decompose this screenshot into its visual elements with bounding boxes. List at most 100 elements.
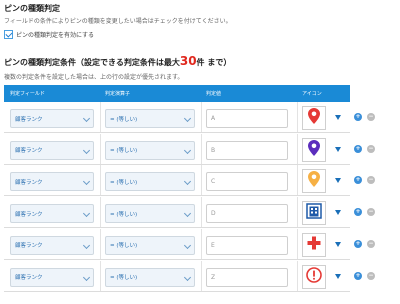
value-input[interactable]: E xyxy=(206,235,288,255)
operator-select[interactable]: = (等しい) xyxy=(105,172,195,192)
field-select[interactable]: 顧客ランク xyxy=(10,204,94,224)
column-divider xyxy=(201,228,202,259)
icon-dropdown-arrow-icon[interactable] xyxy=(335,115,341,120)
column-divider xyxy=(201,260,202,291)
icon-dropdown-arrow-icon[interactable] xyxy=(335,241,341,247)
conditions-table: 判定フィールド 判定演算子 判定値 アイコン 顧客ランク = (等しい) A 顧客ラン… xyxy=(4,85,350,292)
column-divider xyxy=(201,133,202,164)
add-row-button[interactable]: + xyxy=(354,239,362,248)
column-divider xyxy=(297,228,298,259)
operator-select[interactable]: = (等しい) xyxy=(105,235,195,255)
field-select[interactable]: 顧客ランク xyxy=(10,109,94,128)
chevron-down-icon xyxy=(183,146,192,154)
map-pin-purple-icon xyxy=(308,139,320,160)
remove-row-button[interactable]: − xyxy=(367,144,375,153)
operator-select-value: = (等しい) xyxy=(110,179,138,186)
value-input-text: C xyxy=(211,178,216,186)
table-row: 顧客ランク = (等しい) E xyxy=(4,228,350,260)
chevron-down-icon xyxy=(82,241,91,249)
conditions-title-suffix: 件 まで） xyxy=(196,58,232,67)
building-icon xyxy=(306,203,322,223)
value-input-text: D xyxy=(211,210,216,218)
operator-select-value: = (等しい) xyxy=(110,148,138,155)
value-input[interactable]: D xyxy=(206,204,288,224)
field-select-value: 顧客ランク xyxy=(15,275,43,281)
section-title-pin-type: ピンの種類判定 xyxy=(4,4,60,13)
table-row: 顧客ランク = (等しい) B xyxy=(4,133,350,165)
column-divider xyxy=(297,133,298,164)
icon-dropdown-arrow-icon[interactable] xyxy=(335,210,341,216)
add-row-button[interactable]: + xyxy=(354,208,362,217)
map-pin-orange-icon xyxy=(308,171,320,191)
operator-select-value: = (等しい) xyxy=(110,211,138,218)
icon-picker[interactable] xyxy=(302,106,326,130)
icon-picker[interactable] xyxy=(302,137,326,162)
header-value: 判定値 xyxy=(206,91,222,97)
operator-select[interactable]: = (等しい) xyxy=(105,140,195,160)
operator-select-value: = (等しい) xyxy=(110,116,138,123)
icon-picker[interactable] xyxy=(302,264,326,289)
icon-picker[interactable] xyxy=(302,232,326,257)
column-divider xyxy=(100,133,101,164)
field-select[interactable]: 顧客ランク xyxy=(10,140,94,160)
table-row: 顧客ランク = (等しい) D xyxy=(4,197,350,229)
remove-row-button[interactable]: − xyxy=(367,239,375,248)
field-select[interactable]: 顧客ランク xyxy=(10,235,94,255)
value-input[interactable]: C xyxy=(206,172,288,192)
conditions-max-count: 30 xyxy=(179,54,197,68)
field-select-value: 顧客ランク xyxy=(15,243,43,250)
column-divider xyxy=(297,165,298,196)
enable-pin-type-checkbox[interactable] xyxy=(4,30,13,39)
icon-dropdown-arrow-icon[interactable] xyxy=(335,273,341,279)
field-select[interactable]: 顧客ランク xyxy=(10,267,94,287)
table-row: 顧客ランク = (等しい) Z xyxy=(4,260,350,292)
icon-dropdown-arrow-icon[interactable] xyxy=(335,146,341,152)
header-operator: 判定演算子 xyxy=(105,91,131,97)
column-divider xyxy=(100,197,101,228)
column-divider xyxy=(100,228,101,259)
header-field: 判定フィールド xyxy=(10,91,45,97)
map-pin-red-icon xyxy=(308,108,320,128)
header-icon: アイコン xyxy=(302,91,322,97)
enable-pin-type-checkbox-row[interactable]: ピンの種類判定を有効にする xyxy=(4,30,94,39)
operator-select[interactable]: = (等しい) xyxy=(105,267,195,287)
remove-row-button[interactable]: − xyxy=(367,176,375,185)
chevron-down-icon xyxy=(82,146,91,154)
chevron-down-icon xyxy=(82,114,91,123)
column-divider xyxy=(100,102,101,132)
icon-picker[interactable] xyxy=(302,169,326,194)
value-input-text: B xyxy=(211,146,216,154)
chevron-down-icon xyxy=(183,114,192,123)
conditions-description: 複数の判定条件を設定した場合は、上の行の設定が優先されます。 xyxy=(4,74,184,81)
add-row-button[interactable]: + xyxy=(354,113,362,121)
table-row: 顧客ランク = (等しい) A xyxy=(4,102,350,133)
value-input-text: Z xyxy=(211,273,216,281)
remove-row-button[interactable]: − xyxy=(367,113,375,121)
field-select-value: 顧客ランク xyxy=(15,211,43,218)
chevron-down-icon xyxy=(183,178,192,186)
chevron-down-icon xyxy=(183,210,192,218)
icon-picker[interactable] xyxy=(302,201,326,226)
remove-row-button[interactable]: − xyxy=(367,271,375,280)
conditions-title: ピンの種類判定条件（設定できる判定条件は最大30件 まで） xyxy=(4,54,231,68)
operator-select-value: = (等しい) xyxy=(110,275,138,281)
exclamation-icon xyxy=(306,266,322,287)
operator-select[interactable]: = (等しい) xyxy=(105,204,195,224)
value-input[interactable]: Z xyxy=(206,267,288,287)
remove-row-button[interactable]: − xyxy=(367,208,375,217)
value-input[interactable]: A xyxy=(206,109,288,128)
chevron-down-icon xyxy=(82,210,91,218)
add-row-button[interactable]: + xyxy=(354,144,362,153)
field-select[interactable]: 顧客ランク xyxy=(10,172,94,192)
chevron-down-icon xyxy=(82,178,91,186)
add-row-button[interactable]: + xyxy=(354,176,362,185)
column-divider xyxy=(201,165,202,196)
add-row-button[interactable]: + xyxy=(354,271,362,280)
column-divider xyxy=(201,102,202,132)
field-select-value: 顧客ランク xyxy=(15,148,43,155)
table-row: 顧客ランク = (等しい) C xyxy=(4,165,350,197)
value-input[interactable]: B xyxy=(206,140,288,160)
conditions-title-prefix: ピンの種類判定条件（設定できる判定条件は最大 xyxy=(4,58,180,67)
operator-select[interactable]: = (等しい) xyxy=(105,109,195,128)
icon-dropdown-arrow-icon[interactable] xyxy=(335,178,341,184)
